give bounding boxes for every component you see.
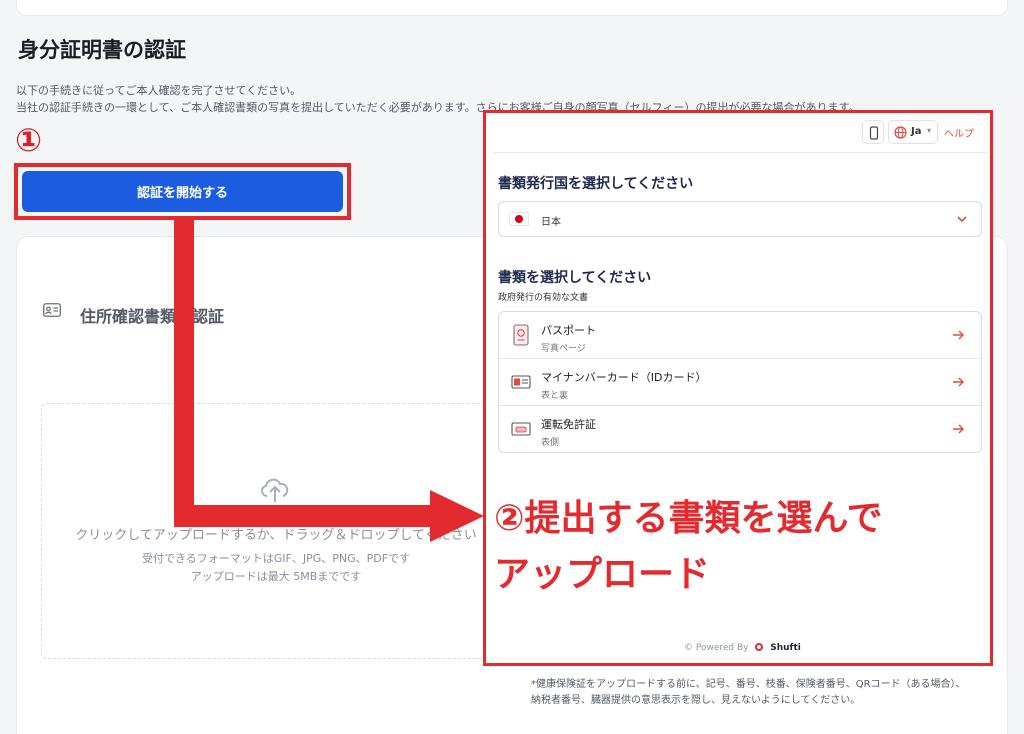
step1-annotation: ① (15, 121, 43, 159)
document-option-passport[interactable]: パスポート 写真ページ (499, 312, 981, 359)
start-button-highlight: 認証を開始する (14, 163, 351, 220)
insurance-card-note: *健康保険証をアップロードする前に、記号、番号、枝番、保険者番号、QRコード（あ… (531, 679, 966, 706)
country-value: 日本 (541, 217, 561, 228)
document-option-driving-license[interactable]: 運転免許証 表側 (499, 406, 981, 453)
arrow-right-icon (953, 330, 964, 340)
caret-down-icon: ▾ (927, 126, 932, 135)
mobile-phone-icon (869, 126, 879, 140)
dropzone-instruction: クリックしてアップロードするか、ドラッグ＆ドロップしてください (75, 528, 477, 543)
document-name: パスポート (541, 324, 596, 337)
top-card (16, 0, 1008, 16)
id-card-icon (511, 375, 531, 389)
document-name: マイナンバーカード（IDカード） (541, 371, 707, 384)
powered-by-footer: © Powered By Shufti (684, 643, 801, 653)
mobile-device-button[interactable] (862, 120, 884, 144)
dropzone-max-size: アップロードは最大 5MBまでです (190, 570, 362, 583)
id-card-icon (43, 303, 61, 317)
upload-dropzone[interactable]: クリックしてアップロードするか、ドラッグ＆ドロップしてください 受付できるフォー… (41, 403, 511, 659)
powered-by-brand: Shufti (770, 643, 801, 653)
step2-annotation-line1: ②提出する書類を選んで (494, 498, 883, 539)
language-code: Ja (911, 126, 922, 137)
page-description: 以下の手続きに従ってご本人確認を完了させてください。 (16, 84, 302, 97)
document-subtitle: 表側 (541, 438, 560, 448)
step2-annotation: ②提出する書類を選んで アップロード (494, 491, 984, 603)
arrow-right-icon (953, 424, 964, 434)
document-selection-modal: Ja ▾ ヘルプ 書類発行国を選択してください 日本 書類を選択してください 政… (483, 110, 993, 666)
powered-by-text: © Powered By (684, 643, 749, 653)
help-link[interactable]: ヘルプ (944, 125, 974, 140)
driving-license-icon (511, 422, 531, 436)
document-list: パスポート 写真ページ マイナンバーカード（IDカード） 表と裏 運転免許証 表… (498, 311, 982, 453)
arrow-right-icon (953, 377, 964, 387)
shufti-logo-icon (755, 643, 764, 651)
passport-icon (513, 324, 529, 346)
chevron-down-icon (957, 216, 967, 223)
start-verification-button[interactable]: 認証を開始する (22, 171, 343, 212)
cloud-upload-icon (261, 478, 289, 502)
document-section-title: 書類を選択してください (498, 270, 652, 286)
country-section-title: 書類発行国を選択してください (498, 176, 694, 192)
globe-icon (894, 126, 907, 139)
dropzone-formats: 受付できるフォーマットはGIF、JPG、PNG、PDFです (141, 552, 411, 565)
language-selector[interactable]: Ja ▾ (888, 120, 938, 144)
modal-header: Ja ▾ ヘルプ (494, 113, 986, 153)
document-subtitle: 写真ページ (541, 344, 586, 354)
address-section-title: 住所確認書類の認証 (80, 307, 225, 326)
country-select[interactable]: 日本 (498, 201, 982, 237)
page-title: 身分証明書の認証 (18, 38, 186, 62)
document-subtitle: 表と裏 (541, 391, 569, 401)
document-option-id-card[interactable]: マイナンバーカード（IDカード） 表と裏 (499, 359, 981, 406)
step2-annotation-line2: アップロード (494, 554, 711, 595)
document-name: 運転免許証 (541, 418, 596, 431)
document-section-subtitle: 政府発行の有効な文書 (498, 293, 589, 303)
japan-flag-icon (509, 212, 529, 226)
